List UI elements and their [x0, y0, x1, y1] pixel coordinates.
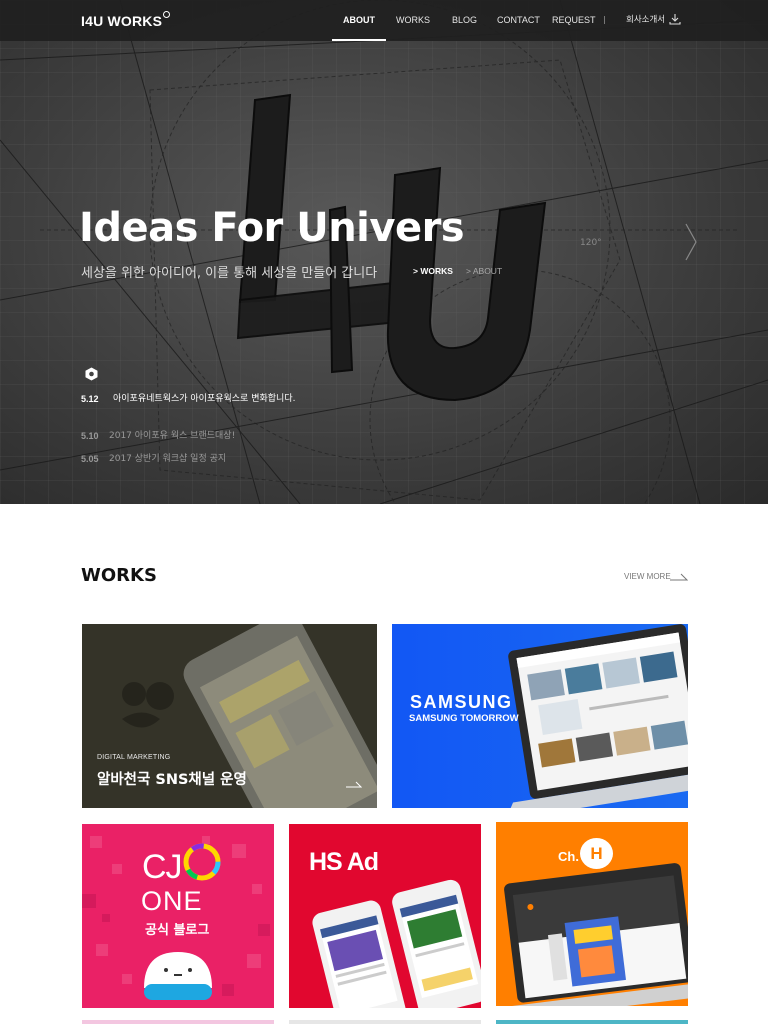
- svg-text:120°: 120°: [580, 238, 602, 248]
- work-card-peek[interactable]: [82, 1020, 274, 1024]
- samsung-logo: SAMSUNG: [410, 692, 513, 712]
- hero-link-works[interactable]: > WORKS: [413, 266, 453, 276]
- nav-works[interactable]: WORKS: [396, 0, 430, 41]
- site-logo[interactable]: I4U WORKS: [81, 11, 171, 29]
- cj-logo-text: CJ: [142, 848, 183, 886]
- cj-one-text: ONE: [141, 886, 203, 916]
- card-category: DIGITAL MARKETING: [97, 754, 171, 761]
- work-card-cj-one[interactable]: CJ ONE 공식 블로그: [82, 824, 274, 1008]
- hs-ad-logo: HS Ad: [309, 848, 379, 876]
- nav-request[interactable]: REQUEST: [552, 0, 596, 41]
- top-navigation-bar: I4U WORKS ABOUT WORKS BLOG CONTACT REQUE…: [0, 0, 768, 41]
- hexagon-icon: [85, 367, 98, 381]
- next-slide-chevron-icon[interactable]: [684, 222, 698, 262]
- hero-subtitle: 세상을 위한 아이디어, 이를 통해 세상을 만들어 갑니다: [81, 266, 378, 281]
- brochure-link[interactable]: 회사소개서: [626, 0, 665, 41]
- news-date: 5.10: [81, 431, 99, 441]
- news-text: 2017 상반기 워크샵 일정 공지: [109, 454, 227, 464]
- logo-text: I4U WORKS: [81, 13, 163, 29]
- download-icon[interactable]: [669, 13, 681, 25]
- work-card-albacheonguk[interactable]: DIGITAL MARKETING 알바천국 SNS채널 운영: [82, 624, 377, 808]
- card-subtitle: SAMSUNG TOMORROW: [409, 713, 519, 724]
- hero-banner: 120° I4U WORKS ABOUT WORKS BLOG CONTACT …: [0, 0, 768, 504]
- work-card-samsung[interactable]: SAMSUNG SAMSUNG TOMORROW: [392, 624, 688, 808]
- arrow-right-icon[interactable]: [670, 571, 688, 581]
- logo-ring-icon: [163, 11, 171, 18]
- nav-divider: [604, 16, 605, 24]
- hero-background-graphic: 120°: [0, 0, 768, 504]
- hero-title: Ideas For Univers: [79, 205, 465, 251]
- view-more-link[interactable]: VIEW MORE: [624, 572, 671, 581]
- nav-contact[interactable]: CONTACT: [497, 0, 540, 41]
- news-date: 5.05: [81, 454, 99, 464]
- hero-link-about[interactable]: > ABOUT: [466, 266, 502, 276]
- card-subtitle: 공식 블로그: [145, 923, 210, 938]
- news-text: 2017 아이포유 웍스 브랜드대상!: [109, 431, 236, 441]
- card-title: 알바천국 SNS채널 운영: [97, 772, 247, 788]
- ch-h-prefix: Ch.: [558, 849, 579, 864]
- work-card-ch-h[interactable]: Ch. H: [496, 822, 688, 1006]
- ch-h-logo-bubble: H: [580, 838, 613, 869]
- nav-blog[interactable]: BLOG: [452, 0, 477, 41]
- news-text: 아이포유네트웍스가 아이포유웍스로 변화합니다.: [113, 394, 296, 404]
- news-date: 5.12: [81, 394, 99, 404]
- nav-about[interactable]: ABOUT: [332, 0, 386, 41]
- works-section-title: WORKS: [81, 565, 157, 586]
- work-card-peek[interactable]: [496, 1020, 688, 1024]
- arrow-right-icon[interactable]: [346, 779, 362, 788]
- work-card-hs-ad[interactable]: HS Ad: [289, 824, 481, 1008]
- work-card-peek[interactable]: [289, 1020, 481, 1024]
